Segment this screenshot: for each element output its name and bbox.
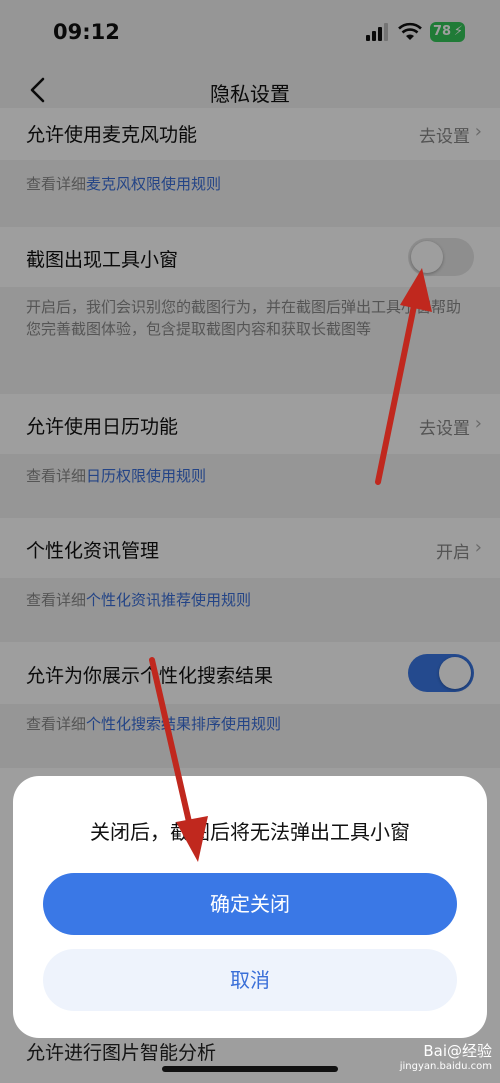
home-indicator[interactable]: [162, 1066, 338, 1072]
confirm-dialog: 关闭后，截图后将无法弹出工具小窗 确定关闭 取消: [13, 776, 487, 1038]
dialog-message: 关闭后，截图后将无法弹出工具小窗: [90, 820, 410, 844]
watermark-domain: jingyan.baidu.com: [399, 1061, 492, 1072]
watermark: Bai@经验 jingyan.baidu.com: [400, 1040, 492, 1072]
cancel-button[interactable]: 取消: [43, 949, 457, 1011]
watermark-brand: Bai@经验: [423, 1042, 492, 1060]
confirm-close-button[interactable]: 确定关闭: [43, 873, 457, 935]
